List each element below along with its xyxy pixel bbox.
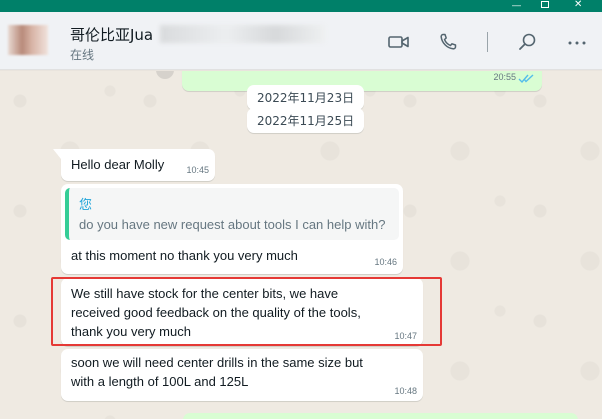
avatar[interactable] xyxy=(8,25,48,55)
message-line: soon we will need center drills in the s… xyxy=(71,355,363,370)
search-icon[interactable] xyxy=(516,32,540,52)
message-time: 20:55 xyxy=(493,72,516,82)
quoted-reply[interactable]: 您 do you have new request about tools I … xyxy=(65,188,399,240)
highlight-box xyxy=(51,277,442,346)
maximize-button[interactable] xyxy=(541,1,549,8)
redacted-name xyxy=(160,25,325,43)
quote-text: do you have new request about tools I ca… xyxy=(79,217,386,232)
bubble-tail xyxy=(53,149,61,159)
incoming-message-bubble[interactable]: Hello dear Molly 10:45 xyxy=(53,149,215,181)
header-divider xyxy=(487,32,488,52)
window-title-bar: — ✕ xyxy=(0,0,602,12)
message-line: with a length of 100L and 125L xyxy=(71,374,249,389)
contact-name[interactable]: 哥伦比亚Jua xyxy=(70,24,153,45)
quote-author: 您 xyxy=(79,198,93,213)
message-time: 10:45 xyxy=(186,165,209,175)
chat-header: 哥伦比亚Jua 在线 xyxy=(0,12,602,70)
date-separator: 2022年11月23日 xyxy=(247,85,365,110)
message-text: Hello dear Molly xyxy=(71,157,165,172)
more-options-icon[interactable] xyxy=(566,32,590,52)
chat-area[interactable]: 20:55 2022年11月23日 2022年11月25日 Hello dear… xyxy=(0,71,602,419)
video-call-icon[interactable] xyxy=(387,32,411,52)
close-button[interactable]: ✕ xyxy=(574,0,582,10)
incoming-message-bubble[interactable]: soon we will need center drills in the s… xyxy=(61,349,423,401)
message-text: at this moment no thank you very much xyxy=(71,248,298,263)
incoming-message-bubble[interactable]: 您 do you have new request about tools I … xyxy=(61,184,403,274)
outgoing-message-bubble[interactable] xyxy=(183,413,578,419)
message-time: 10:48 xyxy=(394,386,417,396)
message-time: 10:46 xyxy=(374,257,397,267)
read-ticks-icon xyxy=(518,71,534,84)
contact-status: 在线 xyxy=(70,48,95,62)
phone-call-icon[interactable] xyxy=(437,32,461,52)
minimize-button[interactable]: — xyxy=(512,1,521,10)
date-separator: 2022年11月25日 xyxy=(247,108,365,133)
message-text: soon we will need center drills in the s… xyxy=(71,353,363,391)
